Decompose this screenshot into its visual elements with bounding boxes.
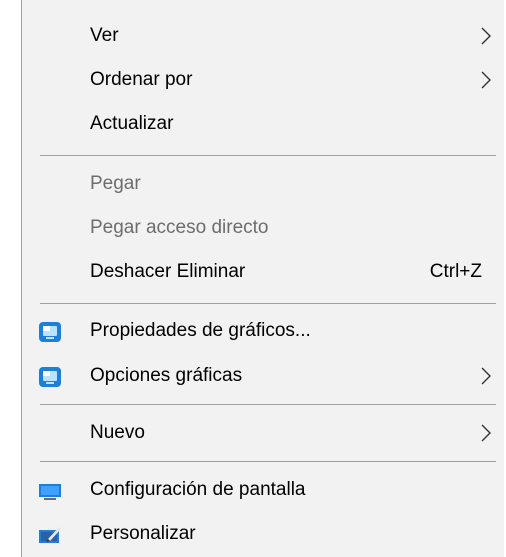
menu-item-deshacer-eliminar[interactable]: Deshacer Eliminar Ctrl+Z xyxy=(22,250,504,294)
menu-item-propiedades-graficos[interactable]: Propiedades de gráficos... xyxy=(22,309,504,353)
menu-item-ver[interactable]: Ver xyxy=(22,14,504,58)
graphics-icon xyxy=(39,322,61,342)
menu-item-label: Opciones gráficas xyxy=(90,365,243,386)
menu-item-nuevo[interactable]: Nuevo xyxy=(22,411,504,455)
menu-item-configuracion-pantalla[interactable]: Configuración de pantalla xyxy=(22,468,504,512)
menu-item-label: Pegar xyxy=(90,173,141,194)
menu-item-label: Ordenar por xyxy=(90,69,193,90)
menu-separator xyxy=(40,155,496,156)
menu-item-label: Configuración de pantalla xyxy=(90,479,306,500)
chevron-right-icon xyxy=(481,367,491,385)
menu-item-label: Personalizar xyxy=(90,523,196,544)
menu-item-actualizar[interactable]: Actualizar xyxy=(22,102,504,146)
menu-separator xyxy=(40,404,496,405)
shortcut-label: Ctrl+Z xyxy=(429,261,482,282)
menu-item-label: Deshacer Eliminar xyxy=(90,261,246,282)
chevron-right-icon xyxy=(481,71,491,89)
menu-item-opciones-graficas[interactable]: Opciones gráficas xyxy=(22,354,504,398)
chevron-right-icon xyxy=(481,27,491,45)
menu-item-pegar: Pegar xyxy=(22,162,504,206)
personalize-icon xyxy=(39,527,61,543)
menu-item-label: Ver xyxy=(90,25,119,46)
graphics-icon xyxy=(39,367,61,387)
menu-item-label: Pegar acceso directo xyxy=(90,217,269,238)
menu-item-label: Propiedades de gráficos... xyxy=(90,320,311,341)
menu-item-label: Nuevo xyxy=(90,422,145,443)
menu-item-ordenar-por[interactable]: Ordenar por xyxy=(22,58,504,102)
menu-separator xyxy=(40,461,496,462)
menu-item-pegar-acceso-directo: Pegar acceso directo xyxy=(22,206,504,250)
chevron-right-icon xyxy=(481,424,491,442)
menu-item-personalizar[interactable]: Personalizar xyxy=(22,512,504,556)
menu-separator xyxy=(40,303,496,304)
context-menu: Ver Ordenar por Actualizar Pegar Pegar a… xyxy=(21,0,504,557)
display-icon xyxy=(39,484,61,500)
menu-item-label: Actualizar xyxy=(90,113,174,134)
